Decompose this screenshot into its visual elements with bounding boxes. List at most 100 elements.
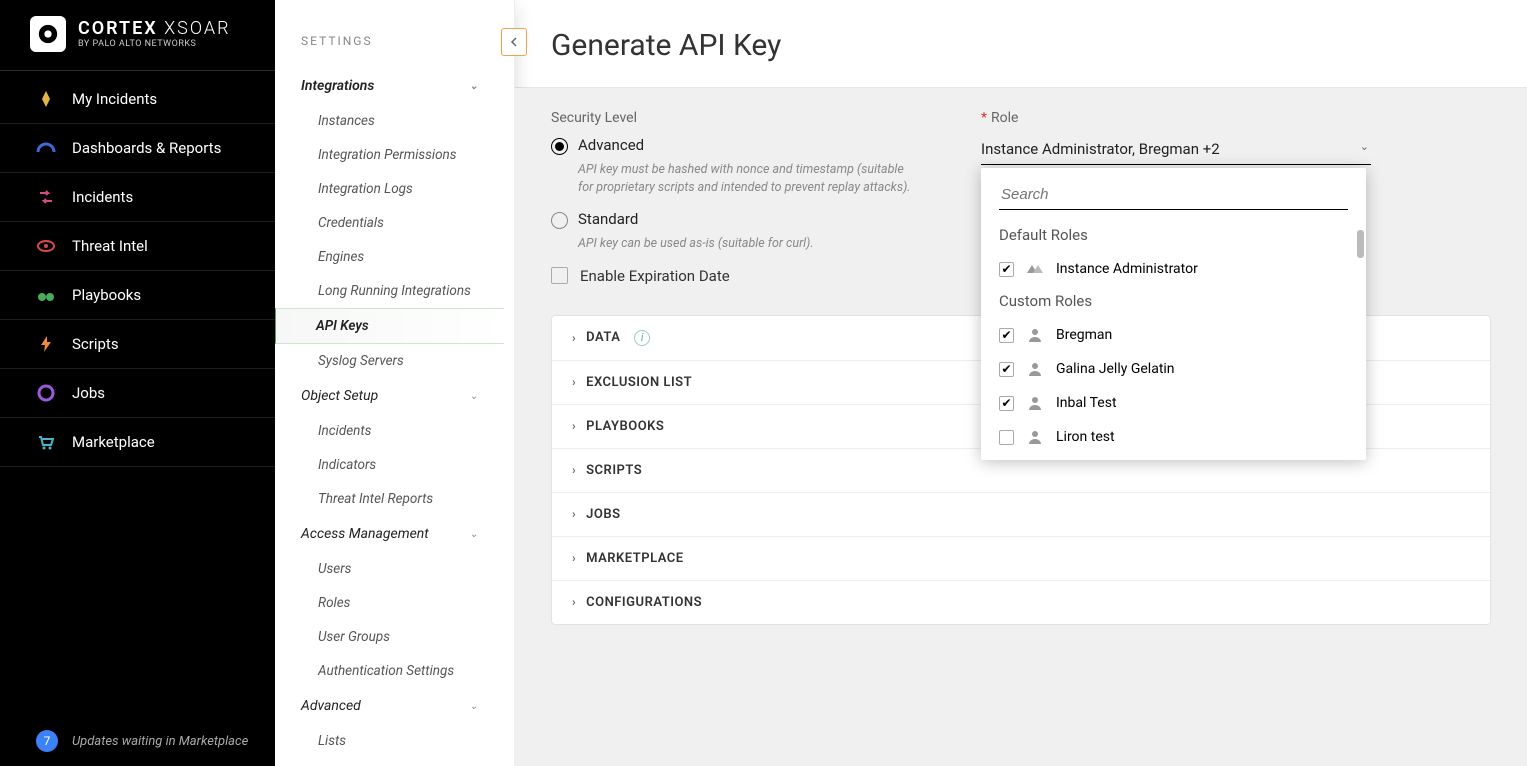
collapse-settings-button[interactable] [501, 28, 527, 56]
nav-item-threat-intel[interactable]: Threat Intel [0, 222, 275, 271]
nav-item-label: Dashboards & Reports [72, 139, 221, 157]
updates-label: Updates waiting in Marketplace [72, 734, 248, 749]
role-option-galina-jelly-gelatin[interactable]: Galina Jelly Gelatin [981, 352, 1366, 386]
settings-group-label: Access Management [301, 526, 429, 542]
chevron-right-icon: › [572, 595, 576, 609]
settings-item-engines[interactable]: Engines [275, 240, 504, 274]
page-header: Generate API Key [515, 0, 1527, 88]
dd-section-custom-roles: Custom Roles [981, 286, 1366, 318]
brand-name: CORTEX [78, 18, 158, 39]
accordion-configurations[interactable]: ›CONFIGURATIONS [552, 581, 1490, 624]
eye-icon [36, 236, 56, 256]
nav-item-incidents[interactable]: Incidents [0, 173, 275, 222]
settings-group-advanced[interactable]: Advanced ⌄ [275, 688, 504, 724]
settings-item-syslog-servers[interactable]: Syslog Servers [275, 344, 504, 378]
settings-heading: SETTINGS [275, 0, 514, 58]
role-icon [1026, 360, 1044, 378]
role-option-label: Inbal Test [1056, 395, 1117, 411]
chevron-down-icon: ⌄ [1360, 140, 1369, 153]
radio-standard-circle [551, 212, 568, 229]
role-option-bregman[interactable]: Bregman [981, 318, 1366, 352]
radio-advanced-circle [551, 138, 568, 155]
role-option-label: Instance Administrator [1056, 261, 1198, 277]
radio-advanced-desc: API key must be hashed with nonce and ti… [578, 161, 921, 196]
role-label: Role [991, 110, 1018, 126]
nav-item-label: My Incidents [72, 90, 157, 108]
nav-item-label: Incidents [72, 188, 133, 206]
settings-item-long-running-integrations[interactable]: Long Running Integrations [275, 274, 504, 308]
role-dropdown-panel: Default Roles Instance Administrator Cus… [981, 168, 1366, 460]
chevron-down-icon: ⌄ [470, 391, 478, 402]
role-option-liron-test[interactable]: Liron test [981, 420, 1366, 454]
role-select[interactable]: Instance Administrator, Bregman +2 ⌄ [981, 136, 1371, 165]
settings-group-label: Advanced [301, 698, 361, 714]
nav-item-label: Marketplace [72, 433, 155, 451]
settings-item-incidents[interactable]: Incidents [275, 414, 504, 448]
chevron-down-icon: ⌄ [470, 701, 478, 712]
circle-icon [36, 383, 56, 403]
page-body: Security Level Advanced API key must be … [515, 88, 1527, 766]
role-icon [1026, 326, 1044, 344]
brand-product: XSOAR [164, 18, 230, 39]
settings-group-object-setup[interactable]: Object Setup⌄ [275, 378, 504, 414]
checkbox [999, 262, 1014, 277]
settings-item-users[interactable]: Users [275, 552, 504, 586]
settings-item-api-keys[interactable]: API Keys [275, 308, 504, 344]
settings-item-credentials[interactable]: Credentials [275, 206, 504, 240]
accordion-marketplace[interactable]: › MARKETPLACE [552, 537, 1490, 581]
bolt-icon [36, 334, 56, 354]
enable-expiration-checkbox[interactable]: Enable Expiration Date [551, 267, 921, 285]
radio-standard[interactable]: Standard [551, 210, 921, 229]
enable-expiration-box [551, 267, 568, 284]
role-icon [1026, 394, 1044, 412]
settings-group-label: Integrations [301, 78, 374, 94]
nav-item-scripts[interactable]: Scripts [0, 320, 275, 369]
chevron-right-icon: › [572, 551, 576, 565]
page-title: Generate API Key [551, 28, 1491, 63]
nav-item-label: Threat Intel [72, 237, 148, 255]
updates-banner[interactable]: 7 Updates waiting in Marketplace [0, 716, 275, 766]
role-search-input[interactable] [999, 182, 1348, 210]
settings-item-user-groups[interactable]: User Groups [275, 620, 504, 654]
nav-item-jobs[interactable]: Jobs [0, 369, 275, 418]
settings-item-indicators[interactable]: Indicators [275, 448, 504, 482]
arrows-icon [36, 187, 56, 207]
settings-item-integration-permissions[interactable]: Integration Permissions [275, 138, 504, 172]
settings-tree: Integrations⌄InstancesIntegration Permis… [275, 58, 514, 766]
accordion-jobs[interactable]: ›JOBS [552, 493, 1490, 537]
scrollbar-thumb[interactable] [1357, 230, 1364, 258]
brand-byline: BY PALO ALTO NETWORKS [78, 40, 231, 49]
nav-item-my-incidents[interactable]: My Incidents [0, 75, 275, 124]
settings-item-integration-logs[interactable]: Integration Logs [275, 172, 504, 206]
accordion-label: SCRIPTS [586, 463, 642, 478]
gauge-icon [36, 138, 56, 158]
settings-group-access-management[interactable]: Access Management ⌄ [275, 516, 504, 552]
role-option-inbal-test[interactable]: Inbal Test [981, 386, 1366, 420]
role-icon [1026, 260, 1044, 278]
security-level-label: Security Level [551, 110, 921, 126]
role-option-label: Galina Jelly Gelatin [1056, 361, 1175, 377]
brand-logo[interactable]: CORTEX XSOAR BY PALO ALTO NETWORKS [0, 0, 275, 71]
brand-logo-text: CORTEX XSOAR BY PALO ALTO NETWORKS [78, 20, 231, 49]
settings-item-threat-intel-reports[interactable]: Threat Intel Reports [275, 482, 504, 516]
security-level-section: Security Level Advanced API key must be … [551, 110, 921, 285]
role-select-value: Instance Administrator, Bregman +2 [981, 140, 1220, 158]
settings-item-instances[interactable]: Instances [275, 104, 504, 138]
chevron-down-icon: ⌄ [470, 529, 478, 540]
settings-item-lists[interactable]: Lists [275, 724, 504, 758]
radio-advanced[interactable]: Advanced [551, 136, 921, 155]
nav-item-marketplace[interactable]: Marketplace [0, 418, 275, 467]
nav-item-dashboards-reports[interactable]: Dashboards & Reports [0, 124, 275, 173]
info-icon[interactable]: i [634, 330, 650, 346]
settings-item-roles[interactable]: Roles [275, 586, 504, 620]
settings-group-integrations[interactable]: Integrations⌄ [275, 68, 504, 104]
radio-advanced-label: Advanced [578, 136, 644, 154]
settings-item-authentication-settings[interactable]: Authentication Settings [275, 654, 504, 688]
accordion-label: MARKETPLACE [586, 551, 684, 566]
enable-expiration-label: Enable Expiration Date [580, 267, 730, 285]
accordion-label: PLAYBOOKS [586, 419, 664, 434]
role-option-instance-administrator[interactable]: Instance Administrator [981, 252, 1366, 286]
main-content: Generate API Key Security Level Advanced… [515, 0, 1527, 766]
role-label-row: *Role [981, 110, 1371, 126]
nav-item-playbooks[interactable]: Playbooks [0, 271, 275, 320]
